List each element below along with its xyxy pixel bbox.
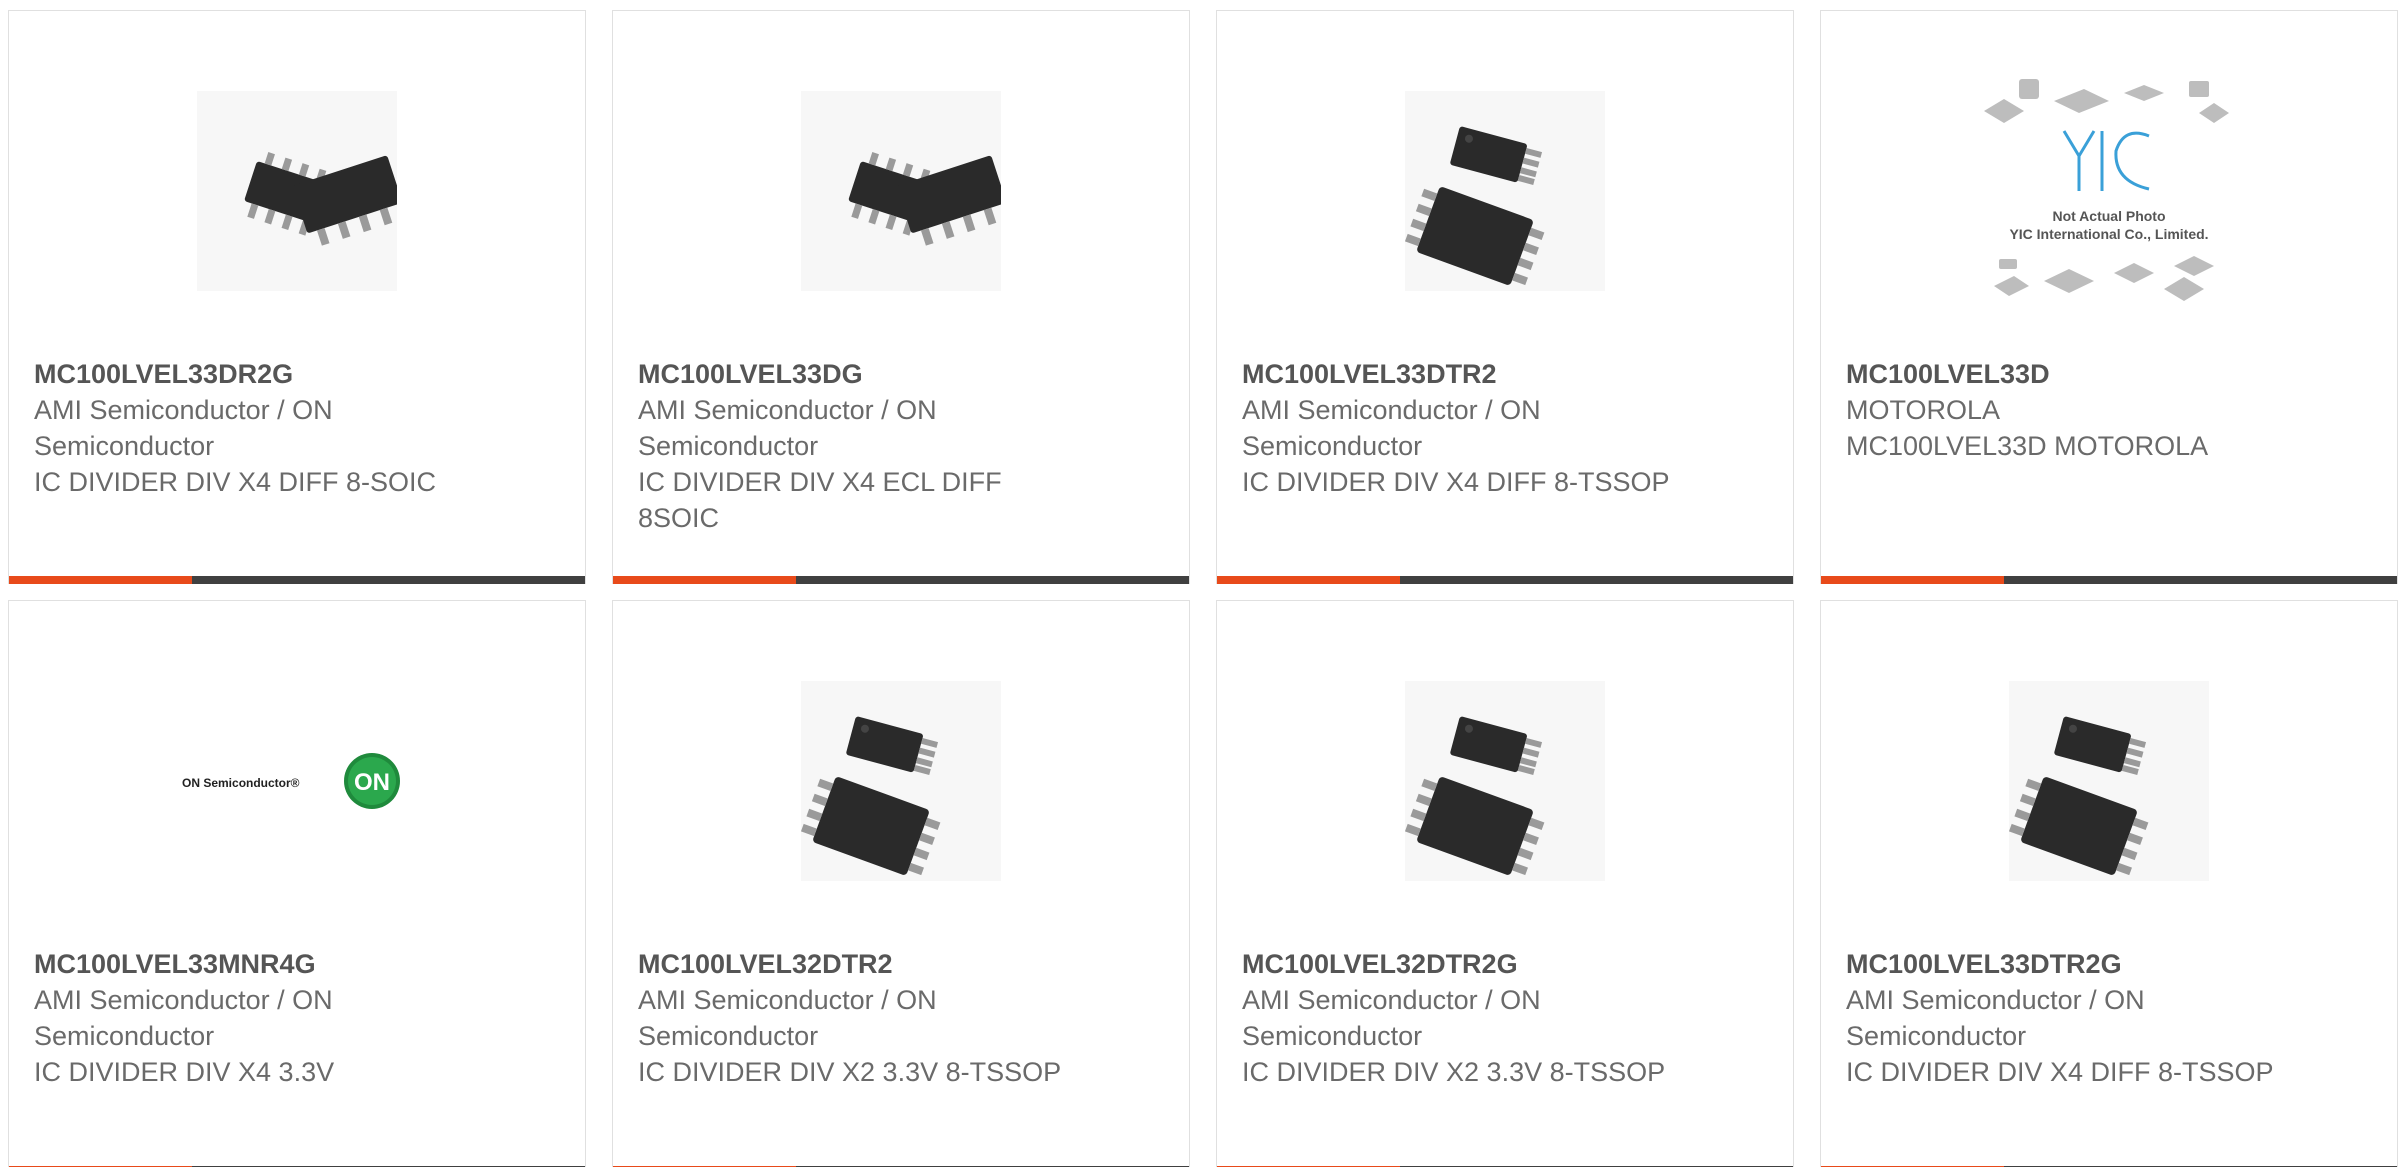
product-image[interactable] <box>1217 71 1793 311</box>
product-card[interactable]: MC100LVEL33DTR2 AMI Semiconductor / ON S… <box>1216 10 1794 584</box>
card-bottom-bar <box>1217 576 1793 584</box>
product-image[interactable] <box>1217 661 1793 901</box>
card-accent-bar <box>1217 576 1400 584</box>
soic-chip-icon <box>801 91 1001 291</box>
product-card[interactable]: MC100LVEL32DTR2 AMI Semiconductor / ON S… <box>612 600 1190 1167</box>
part-number[interactable]: MC100LVEL33DR2G <box>34 356 474 392</box>
product-info: MC100LVEL33DR2G AMI Semiconductor / ON S… <box>34 356 474 500</box>
product-info: MC100LVEL32DTR2 AMI Semiconductor / ON S… <box>638 946 1078 1090</box>
product-info: MC100LVEL33DG AMI Semiconductor / ON Sem… <box>638 356 1078 536</box>
part-number[interactable]: MC100LVEL33MNR4G <box>34 946 474 982</box>
tssop-chip-icon <box>801 681 1001 881</box>
product-image[interactable]: Not Actual Photo YIC International Co., … <box>1821 71 2397 311</box>
card-accent-bar <box>613 576 796 584</box>
product-card[interactable]: MC100LVEL33DR2G AMI Semiconductor / ON S… <box>8 10 586 584</box>
soic-chip-icon <box>197 91 397 291</box>
product-description: IC DIVIDER DIV X2 3.3V 8-TSSOP <box>1242 1057 1666 1087</box>
product-description: IC DIVIDER DIV X4 DIFF 8-TSSOP <box>1242 467 1670 497</box>
card-accent-bar <box>1821 576 2004 584</box>
product-description: IC DIVIDER DIV X4 DIFF 8-SOIC <box>34 467 437 497</box>
card-bottom-bar <box>1821 576 2397 584</box>
manufacturer-name: AMI Semiconductor / ON Semiconductor <box>34 985 333 1051</box>
product-description: IC DIVIDER DIV X2 3.3V 8-TSSOP <box>638 1057 1062 1087</box>
product-card[interactable]: MC100LVEL33DG AMI Semiconductor / ON Sem… <box>612 10 1190 584</box>
placeholder-line-2: YIC International Co., Limited. <box>2009 226 2208 242</box>
product-image[interactable] <box>9 71 585 311</box>
product-description: MC100LVEL33D MOTOROLA <box>1846 431 2209 461</box>
part-number[interactable]: MC100LVEL33DTR2 <box>1242 356 1682 392</box>
logo-badge: ON <box>354 769 390 796</box>
product-card[interactable]: MC100LVEL33DTR2G AMI Semiconductor / ON … <box>1820 600 2398 1167</box>
card-bottom-bar <box>613 576 1189 584</box>
product-image[interactable] <box>1821 661 2397 901</box>
manufacturer-name: AMI Semiconductor / ON Semiconductor <box>1242 985 1541 1051</box>
product-card[interactable]: ON Semiconductor® ON MC100LVEL33MNR4G AM… <box>8 600 586 1167</box>
tssop-chip-icon <box>1405 681 1605 881</box>
manufacturer-name: AMI Semiconductor / ON Semiconductor <box>638 985 937 1051</box>
product-image[interactable]: ON Semiconductor® ON <box>9 661 585 901</box>
card-accent-bar <box>9 576 192 584</box>
manufacturer-name: AMI Semiconductor / ON Semiconductor <box>638 395 937 461</box>
on-semiconductor-logo: ON Semiconductor® ON <box>182 753 400 809</box>
manufacturer-name: AMI Semiconductor / ON Semiconductor <box>1846 985 2145 1051</box>
part-number[interactable]: MC100LVEL33DG <box>638 356 1078 392</box>
product-image[interactable] <box>613 661 1189 901</box>
manufacturer-name: MOTOROLA <box>1846 395 2001 425</box>
part-number[interactable]: MC100LVEL33DTR2G <box>1846 946 2286 982</box>
yic-placeholder-image: Not Actual Photo YIC International Co., … <box>1984 79 2229 301</box>
placeholder-line-1: Not Actual Photo <box>2052 208 2165 224</box>
product-info: MC100LVEL33DTR2G AMI Semiconductor / ON … <box>1846 946 2286 1090</box>
product-grid: MC100LVEL33DR2G AMI Semiconductor / ON S… <box>0 0 2400 1167</box>
part-number[interactable]: MC100LVEL33D <box>1846 356 2286 392</box>
card-bottom-bar <box>9 576 585 584</box>
product-card[interactable]: Not Actual Photo YIC International Co., … <box>1820 10 2398 584</box>
part-number[interactable]: MC100LVEL32DTR2G <box>1242 946 1682 982</box>
part-number[interactable]: MC100LVEL32DTR2 <box>638 946 1078 982</box>
product-description: IC DIVIDER DIV X4 ECL DIFF 8SOIC <box>638 467 1002 533</box>
product-description: IC DIVIDER DIV X4 DIFF 8-TSSOP <box>1846 1057 2274 1087</box>
manufacturer-name: AMI Semiconductor / ON Semiconductor <box>34 395 333 461</box>
product-info: MC100LVEL33DTR2 AMI Semiconductor / ON S… <box>1242 356 1682 500</box>
product-info: MC100LVEL33MNR4G AMI Semiconductor / ON … <box>34 946 474 1090</box>
product-info: MC100LVEL32DTR2G AMI Semiconductor / ON … <box>1242 946 1682 1090</box>
tssop-chip-icon <box>2009 681 2209 881</box>
product-info: MC100LVEL33D MOTOROLA MC100LVEL33D MOTOR… <box>1846 356 2286 464</box>
tssop-chip-icon <box>1405 91 1605 291</box>
product-card[interactable]: MC100LVEL32DTR2G AMI Semiconductor / ON … <box>1216 600 1794 1167</box>
product-description: IC DIVIDER DIV X4 3.3V <box>34 1057 335 1087</box>
product-image[interactable] <box>613 71 1189 311</box>
logo-wordmark: ON Semiconductor® <box>182 776 300 790</box>
manufacturer-name: AMI Semiconductor / ON Semiconductor <box>1242 395 1541 461</box>
